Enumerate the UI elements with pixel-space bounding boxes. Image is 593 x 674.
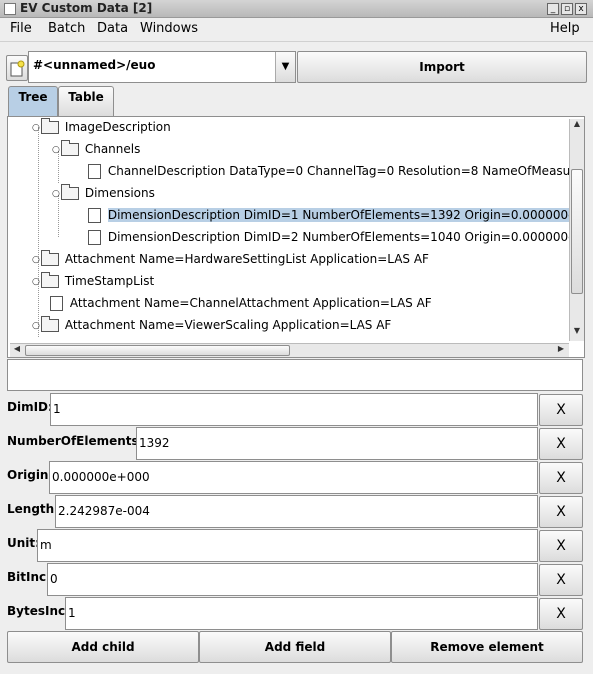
remove-element-button[interactable]: Remove element <box>391 631 583 663</box>
tree-node[interactable]: ○ Channels <box>52 140 140 160</box>
new-document-button[interactable] <box>6 55 28 81</box>
title-bar[interactable]: EV Custom Data [2] _ ▫ x <box>0 0 593 18</box>
remove-field-button[interactable]: X <box>539 564 583 596</box>
field-label-numberofelements: NumberOfElements: <box>7 434 144 448</box>
tree-node-label: Dimensions <box>84 186 155 200</box>
folder-icon <box>41 118 59 134</box>
folder-icon <box>41 250 59 266</box>
path-value: #<unnamed>/euo <box>33 58 156 72</box>
tree-node[interactable]: DimensionDescription DimID=1 NumberOfEle… <box>88 206 584 226</box>
menu-data[interactable]: Data <box>97 21 128 36</box>
tree-node[interactable]: ○ TimeStampList <box>32 272 154 292</box>
field-label-bytesinc: BytesInc: <box>7 604 70 618</box>
tree-node[interactable]: ○ Attachment Name=ViewerScaling Applicat… <box>32 316 391 336</box>
maximize-button[interactable]: ▫ <box>561 3 573 15</box>
vertical-scroll-thumb[interactable] <box>571 169 583 294</box>
remove-field-button[interactable]: X <box>539 530 583 562</box>
file-icon <box>50 296 63 311</box>
horizontal-scroll-thumb[interactable] <box>25 345 290 356</box>
vertical-scrollbar[interactable]: ▲ ▼ <box>569 119 584 341</box>
remove-field-button[interactable]: X <box>539 598 583 630</box>
add-field-button[interactable]: Add field <box>199 631 391 663</box>
tree-node[interactable]: Attachment Name=ChannelAttachment Applic… <box>50 294 432 314</box>
field-input-length[interactable]: 2.242987e-004 <box>55 495 538 528</box>
new-document-icon <box>10 60 25 77</box>
tree-node-label: ChannelDescription DataType=0 ChannelTag… <box>107 164 585 178</box>
tree-node[interactable]: ○ Dimensions <box>52 184 155 204</box>
remove-field-button[interactable]: X <box>539 394 583 426</box>
import-button[interactable]: Import <box>297 51 587 83</box>
minimize-button[interactable]: _ <box>547 3 559 15</box>
element-name-input[interactable] <box>7 359 583 391</box>
tab-tree[interactable]: Tree <box>8 86 58 116</box>
tree-guide-line <box>38 127 39 337</box>
menu-bar: File Batch Data Windows Help <box>0 18 593 42</box>
tree-node-label: DimensionDescription DimID=2 NumberOfEle… <box>107 230 585 244</box>
field-label-bitinc: BitInc: <box>7 570 51 584</box>
tree-node-label: DimensionDescription DimID=1 NumberOfEle… <box>107 208 584 222</box>
tree-node-label: TimeStampList <box>64 274 155 288</box>
tree-node[interactable]: ○ ImageDescription <box>32 118 171 138</box>
tab-table[interactable]: Table <box>58 86 114 116</box>
field-label-unit: Unit: <box>7 536 40 550</box>
field-input-unit[interactable]: m <box>37 529 538 562</box>
folder-icon <box>61 140 79 156</box>
window-title: EV Custom Data [2] <box>20 1 153 15</box>
menu-file[interactable]: File <box>10 21 32 36</box>
collapse-toggle-icon[interactable]: ○ <box>52 141 61 159</box>
folder-icon <box>41 272 59 288</box>
scroll-down-icon[interactable]: ▼ <box>570 326 584 340</box>
tree-node-label: Channels <box>84 142 141 156</box>
remove-field-button[interactable]: X <box>539 462 583 494</box>
file-icon <box>88 164 101 179</box>
scroll-right-icon[interactable]: ▶ <box>554 344 568 357</box>
field-input-bytesinc[interactable]: 1 <box>65 597 538 630</box>
tree-node[interactable]: ○ Attachment Name=HardwareSettingList Ap… <box>32 250 429 270</box>
field-label-dimid: DimID: <box>7 400 53 414</box>
tree-node-label: ImageDescription <box>64 120 171 134</box>
file-icon <box>88 230 101 245</box>
horizontal-scrollbar[interactable]: ◀ ▶ <box>10 343 569 357</box>
add-child-button[interactable]: Add child <box>7 631 199 663</box>
field-input-dimid[interactable]: 1 <box>50 393 538 426</box>
field-label-length: Length: <box>7 502 59 516</box>
expand-toggle-icon[interactable]: ○ <box>32 317 41 335</box>
path-combobox[interactable]: #<unnamed>/euo ▼ <box>28 51 296 83</box>
folder-icon <box>61 184 79 200</box>
field-input-bitinc[interactable]: 0 <box>47 563 538 596</box>
folder-icon <box>41 316 59 332</box>
scroll-left-icon[interactable]: ◀ <box>10 344 24 357</box>
tree-view[interactable]: ○ ImageDescription ○ Channels ChannelDes… <box>7 116 585 358</box>
expand-toggle-icon[interactable]: ○ <box>32 273 41 291</box>
tree-node[interactable]: ChannelDescription DataType=0 ChannelTag… <box>88 162 585 182</box>
menu-windows[interactable]: Windows <box>140 21 198 36</box>
close-button[interactable]: x <box>575 3 587 15</box>
tree-node-label: Attachment Name=ChannelAttachment Applic… <box>69 296 432 310</box>
tree-node-label: Attachment Name=HardwareSettingList Appl… <box>64 252 429 266</box>
collapse-toggle-icon[interactable]: ○ <box>52 185 61 203</box>
remove-field-button[interactable]: X <box>539 428 583 460</box>
field-label-origin: Origin: <box>7 468 54 482</box>
scroll-up-icon[interactable]: ▲ <box>570 119 584 133</box>
app-icon <box>4 3 16 15</box>
menu-help[interactable]: Help <box>550 21 580 36</box>
expand-toggle-icon[interactable]: ○ <box>32 251 41 269</box>
collapse-toggle-icon[interactable]: ○ <box>32 119 41 137</box>
tree-node[interactable]: DimensionDescription DimID=2 NumberOfEle… <box>88 228 585 248</box>
tree-node-label: Attachment Name=ViewerScaling Applicatio… <box>64 318 392 332</box>
field-input-origin[interactable]: 0.000000e+000 <box>49 461 538 494</box>
remove-field-button[interactable]: X <box>539 496 583 528</box>
field-input-numberofelements[interactable]: 1392 <box>136 427 538 460</box>
chevron-down-icon[interactable]: ▼ <box>275 52 295 82</box>
menu-batch[interactable]: Batch <box>48 21 85 36</box>
file-icon <box>88 208 101 223</box>
